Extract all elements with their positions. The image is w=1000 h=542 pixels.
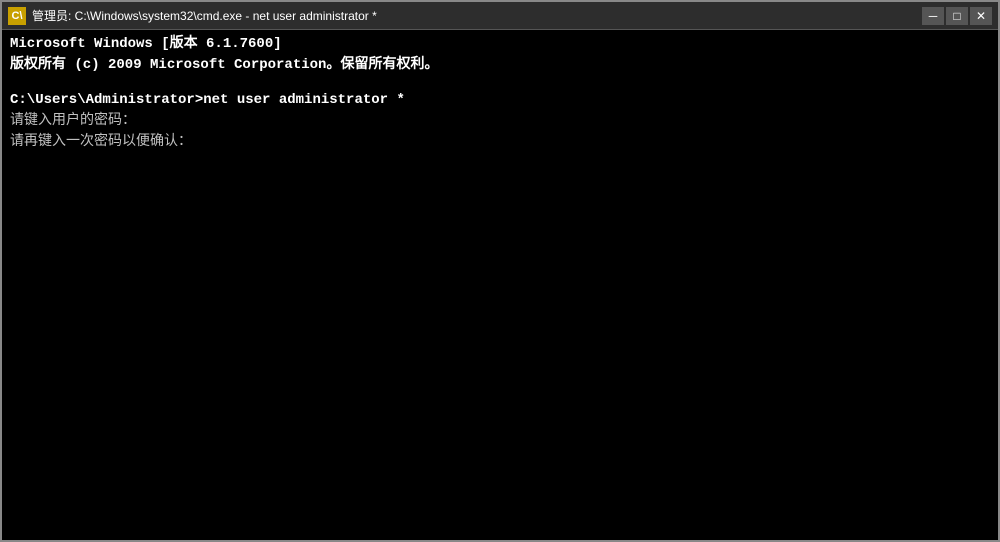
cmd-icon-label: C\ <box>12 10 23 22</box>
cmd-icon: C\ <box>8 7 26 25</box>
line-confirm-prompt: 请再键入一次密码以便确认： <box>10 132 990 153</box>
line-command: C:\Users\Administrator>net user administ… <box>10 90 990 111</box>
restore-button[interactable]: □ <box>946 7 968 25</box>
line-windows-version: Microsoft Windows [版本 6.1.7600] <box>10 34 990 55</box>
window-controls: ─ □ ✕ <box>922 7 992 25</box>
title-bar: C\ 管理员: C:\Windows\system32\cmd.exe - ne… <box>2 2 998 30</box>
window-title: 管理员: C:\Windows\system32\cmd.exe - net u… <box>32 7 922 24</box>
spacer-1 <box>10 76 990 90</box>
line-copyright: 版权所有 (c) 2009 Microsoft Corporation。保留所有… <box>10 55 990 76</box>
minimize-button[interactable]: ─ <box>922 7 944 25</box>
cmd-window: C\ 管理员: C:\Windows\system32\cmd.exe - ne… <box>0 0 1000 542</box>
close-button[interactable]: ✕ <box>970 7 992 25</box>
line-password-prompt: 请键入用户的密码： <box>10 111 990 132</box>
terminal-area[interactable]: Microsoft Windows [版本 6.1.7600] 版权所有 (c)… <box>2 30 998 540</box>
